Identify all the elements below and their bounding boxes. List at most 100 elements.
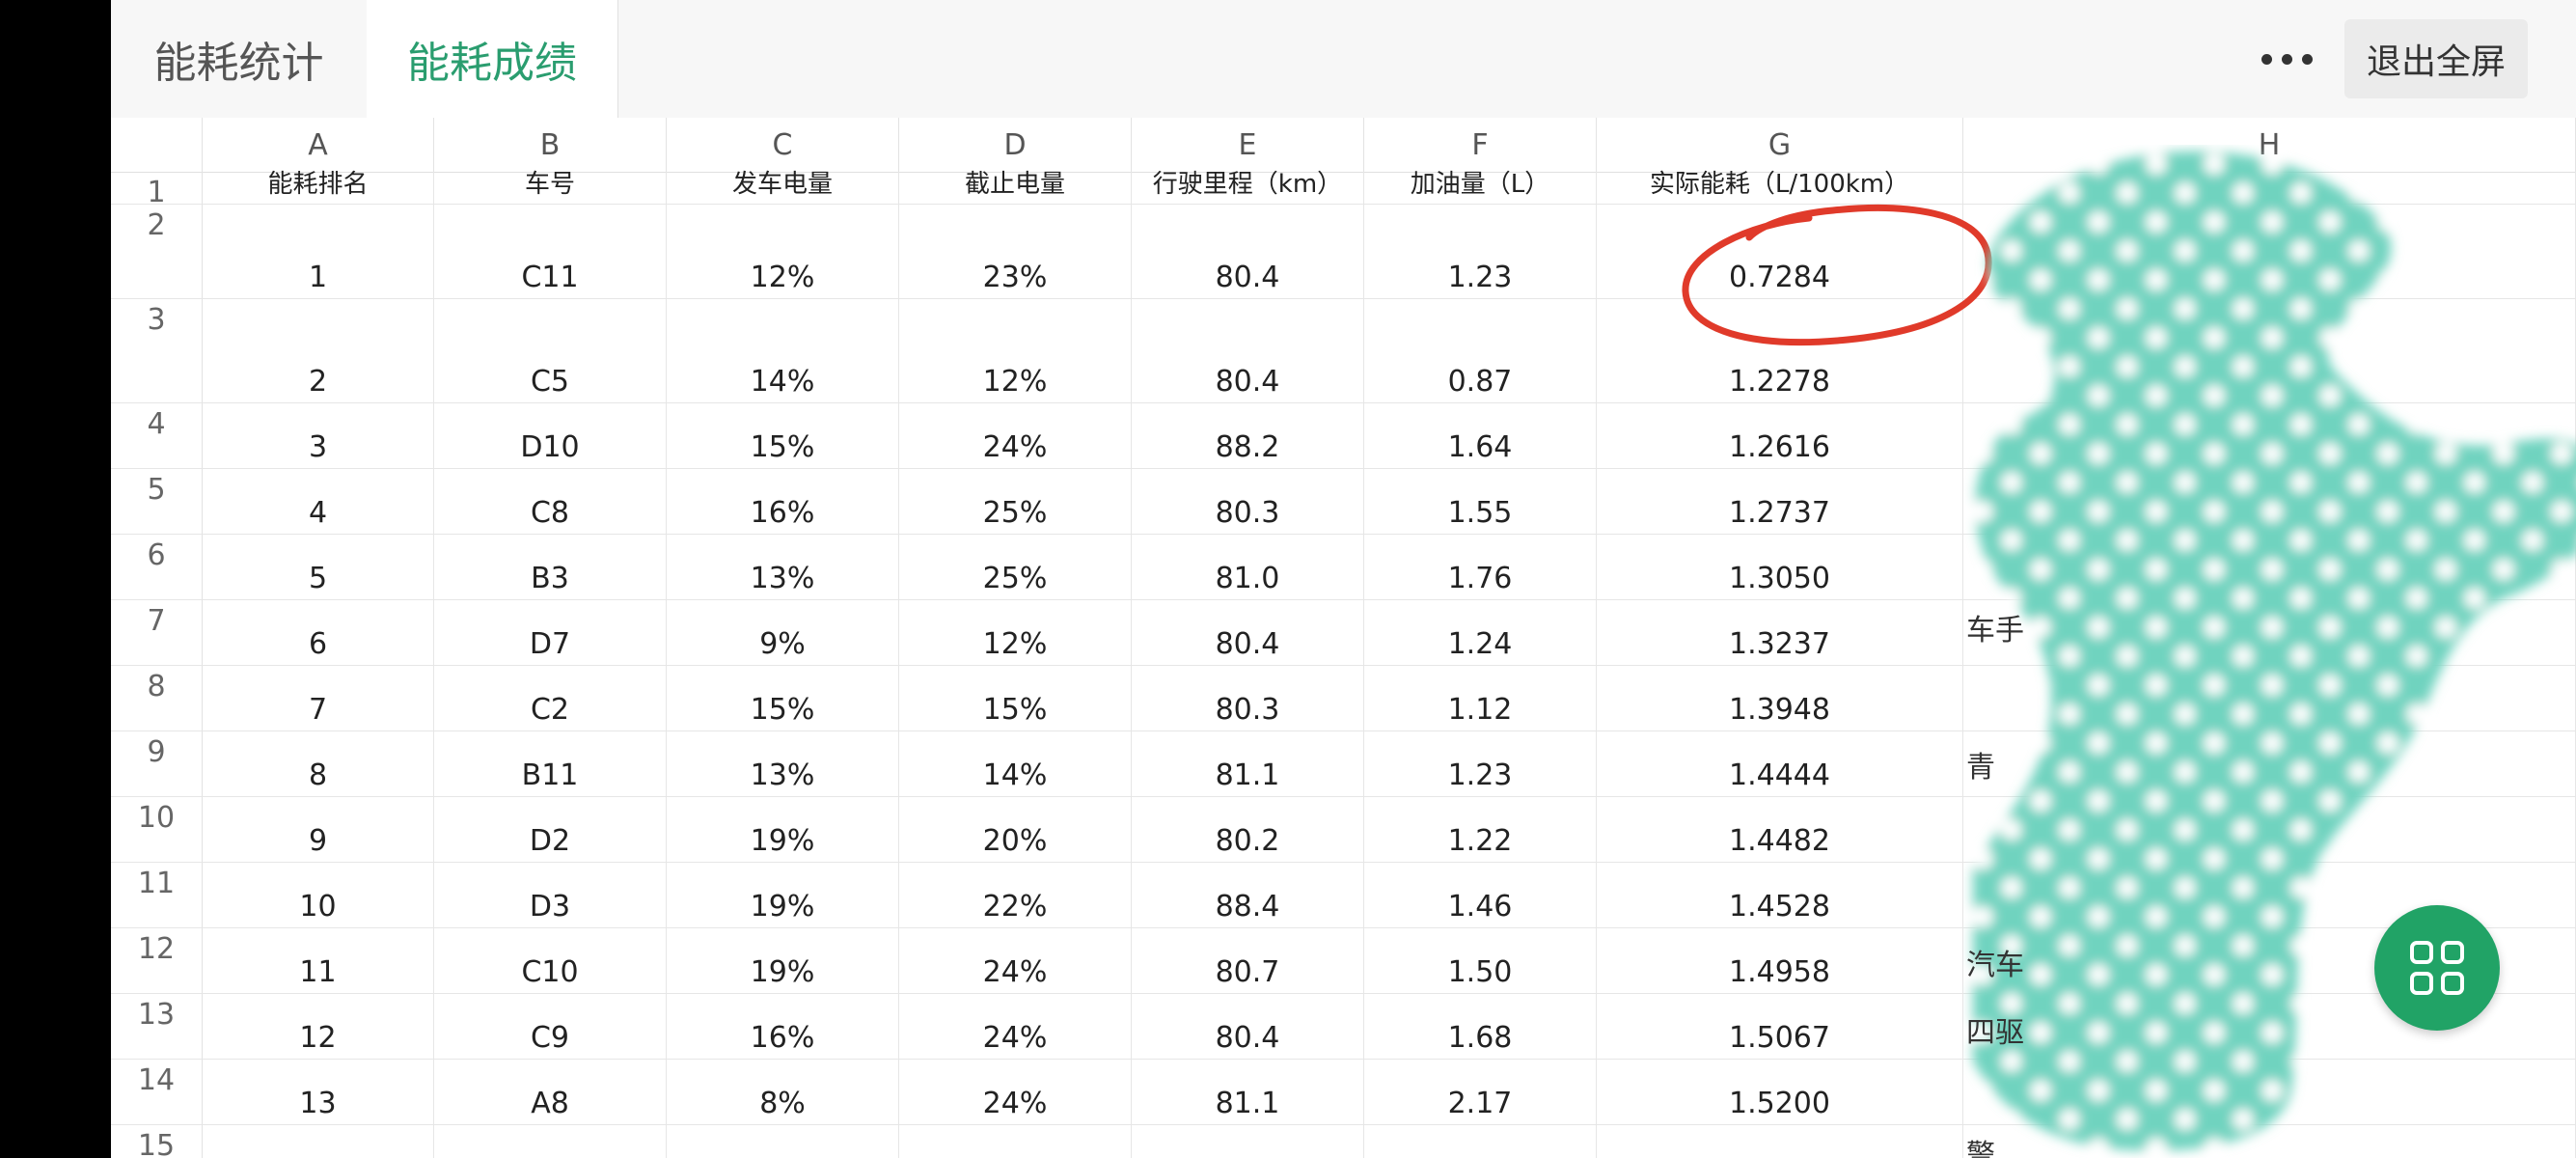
table-cell[interactable]: 88.4 [1132, 863, 1364, 928]
table-cell[interactable]: 80.7 [1132, 928, 1364, 994]
table-cell[interactable]: 25% [899, 535, 1132, 600]
table-cell[interactable]: 80.3 [1132, 666, 1364, 731]
table-cell[interactable]: 1.64 [1364, 403, 1597, 469]
table-cell[interactable]: 19% [667, 797, 899, 863]
table-cell[interactable]: 15% [667, 403, 899, 469]
table-cell[interactable]: C9 [434, 994, 667, 1060]
tab-energy-statistics[interactable]: 能耗统计 [111, 0, 368, 118]
table-cell[interactable]: 80.4 [1132, 600, 1364, 666]
table-cell[interactable]: B3 [434, 535, 667, 600]
table-cell[interactable]: 81.0 [1132, 535, 1364, 600]
row-header[interactable]: 7 [111, 600, 203, 666]
table-cell[interactable]: 1.55 [1364, 469, 1597, 535]
table-cell[interactable]: 12 [203, 994, 434, 1060]
table-cell[interactable]: 88.2 [1132, 403, 1364, 469]
row-header[interactable]: 4 [111, 403, 203, 469]
table-cell[interactable]: 1.3237 [1597, 600, 1963, 666]
row-header[interactable]: 13 [111, 994, 203, 1060]
row-header[interactable]: 1 [111, 172, 203, 209]
table-cell[interactable]: 1.50 [1364, 928, 1597, 994]
row-header[interactable]: 15 [111, 1125, 203, 1158]
table-cell[interactable]: 1.3948 [1597, 666, 1963, 731]
table-cell[interactable]: 0.87 [1364, 299, 1597, 403]
table-cell[interactable]: 1.2737 [1597, 469, 1963, 535]
table-cell[interactable] [1597, 1125, 1963, 1158]
table-cell[interactable]: 13% [667, 731, 899, 797]
table-cell[interactable]: 80.4 [1132, 994, 1364, 1060]
header-cell[interactable]: 车号 [434, 170, 667, 205]
table-cell[interactable]: D7 [434, 600, 667, 666]
row-header[interactable]: 6 [111, 535, 203, 600]
row-header[interactable]: 3 [111, 299, 203, 403]
table-cell[interactable]: 1.46 [1364, 863, 1597, 928]
table-cell[interactable]: 14% [899, 731, 1132, 797]
table-cell[interactable]: 9% [667, 600, 899, 666]
table-cell[interactable]: 80.4 [1132, 205, 1364, 299]
exit-fullscreen-button[interactable]: 退出全屏 [2344, 19, 2528, 98]
table-cell[interactable]: C8 [434, 469, 667, 535]
header-cell[interactable]: 加油量（L） [1364, 170, 1597, 205]
table-cell[interactable]: 1.5067 [1597, 994, 1963, 1060]
table-cell[interactable]: 1.23 [1364, 731, 1597, 797]
table-cell[interactable]: 16% [667, 994, 899, 1060]
row-header[interactable]: 9 [111, 731, 203, 797]
table-cell[interactable] [203, 1125, 434, 1158]
row-header[interactable]: 12 [111, 928, 203, 994]
table-cell[interactable]: 81.1 [1132, 1060, 1364, 1125]
table-cell[interactable]: 1.4444 [1597, 731, 1963, 797]
table-cell[interactable]: 1.68 [1364, 994, 1597, 1060]
table-cell[interactable]: 1.4958 [1597, 928, 1963, 994]
more-options-icon[interactable] [2248, 27, 2325, 91]
table-cell[interactable]: 14% [667, 299, 899, 403]
table-cell[interactable]: 11 [203, 928, 434, 994]
table-cell[interactable] [1132, 1125, 1364, 1158]
table-cell[interactable]: C11 [434, 205, 667, 299]
table-cell[interactable]: 2.17 [1364, 1060, 1597, 1125]
table-cell[interactable]: 25% [899, 469, 1132, 535]
table-cell[interactable]: D3 [434, 863, 667, 928]
table-cell[interactable] [899, 1125, 1132, 1158]
table-cell[interactable]: 5 [203, 535, 434, 600]
table-cell[interactable]: 1.22 [1364, 797, 1597, 863]
table-cell[interactable]: 16% [667, 469, 899, 535]
table-cell[interactable]: 1.5200 [1597, 1060, 1963, 1125]
table-cell[interactable]: 12% [899, 600, 1132, 666]
table-cell[interactable]: 1.2616 [1597, 403, 1963, 469]
table-cell[interactable]: 15% [899, 666, 1132, 731]
tab-energy-results[interactable]: 能耗成绩 [367, 0, 618, 118]
table-cell[interactable]: 1.3050 [1597, 535, 1963, 600]
table-cell[interactable]: C5 [434, 299, 667, 403]
table-cell[interactable]: 8 [203, 731, 434, 797]
table-cell[interactable]: 1.12 [1364, 666, 1597, 731]
table-cell[interactable]: 19% [667, 928, 899, 994]
table-cell[interactable]: 4 [203, 469, 434, 535]
table-cell[interactable]: 24% [899, 1060, 1132, 1125]
table-cell[interactable]: 13% [667, 535, 899, 600]
row-header[interactable]: 8 [111, 666, 203, 731]
table-cell[interactable]: 10 [203, 863, 434, 928]
row-header[interactable]: 10 [111, 797, 203, 863]
table-cell[interactable]: D10 [434, 403, 667, 469]
table-cell[interactable]: C2 [434, 666, 667, 731]
table-cell[interactable]: C10 [434, 928, 667, 994]
table-cell[interactable]: 20% [899, 797, 1132, 863]
table-cell[interactable]: 1.76 [1364, 535, 1597, 600]
select-all-corner[interactable] [111, 118, 203, 172]
table-cell[interactable]: 1.4528 [1597, 863, 1963, 928]
table-cell[interactable]: 3 [203, 403, 434, 469]
table-cell[interactable]: 19% [667, 863, 899, 928]
table-cell[interactable] [1364, 1125, 1597, 1158]
row-header[interactable]: 11 [111, 863, 203, 928]
header-cell[interactable]: 行驶里程（km） [1132, 170, 1364, 205]
table-cell[interactable]: 12% [899, 299, 1132, 403]
row-header[interactable]: 2 [111, 205, 203, 299]
row-header[interactable]: 5 [111, 469, 203, 535]
table-cell[interactable]: 2 [203, 299, 434, 403]
table-cell[interactable]: D2 [434, 797, 667, 863]
table-cell[interactable]: 23% [899, 205, 1132, 299]
table-cell[interactable]: 22% [899, 863, 1132, 928]
header-cell[interactable]: 截止电量 [899, 170, 1132, 205]
table-cell[interactable]: 1.24 [1364, 600, 1597, 666]
table-cell[interactable]: 80.3 [1132, 469, 1364, 535]
header-cell[interactable]: 能耗排名 [203, 170, 434, 205]
